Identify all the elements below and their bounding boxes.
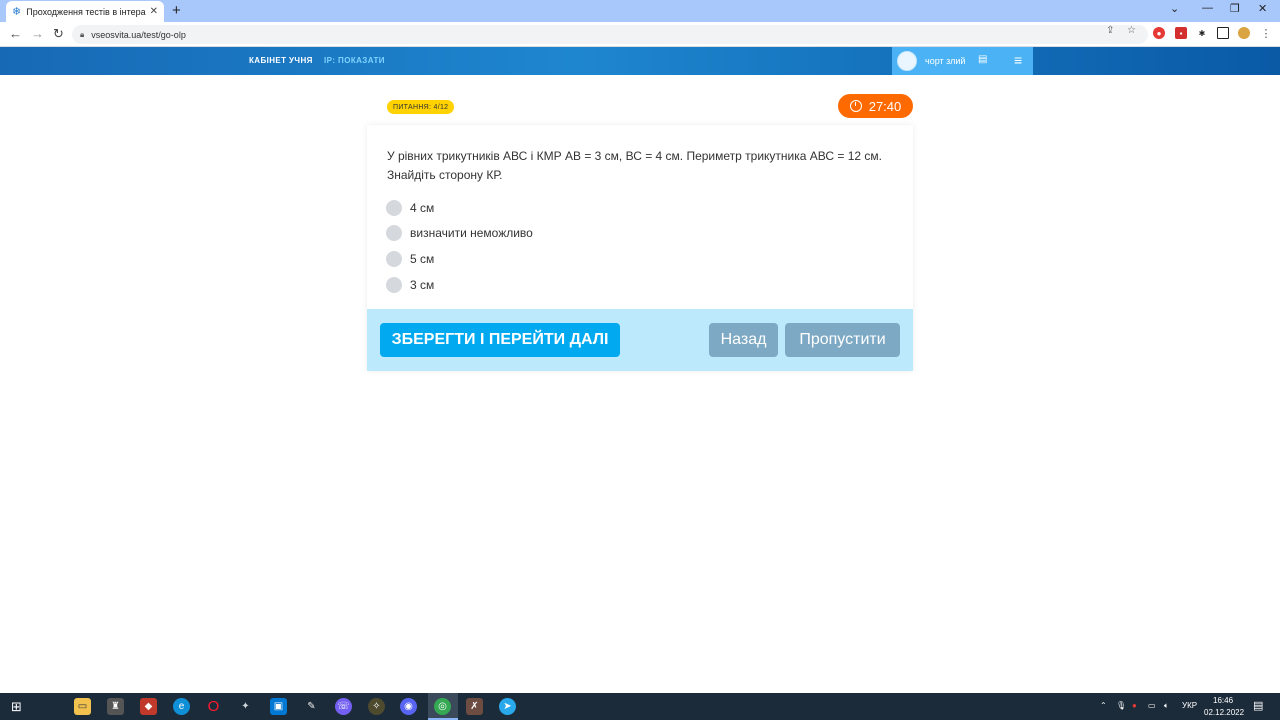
adblock-extension-icon[interactable]: ● xyxy=(1153,27,1165,39)
profile-avatar-icon[interactable] xyxy=(1238,27,1250,39)
taskbar-time[interactable]: 16:46 xyxy=(1213,696,1233,705)
browser-tab[interactable]: ❄ Проходження тестів в інтеракт ✕ xyxy=(6,1,164,22)
telegram-icon[interactable]: ➤ xyxy=(499,698,516,715)
answer-radio[interactable] xyxy=(386,200,402,216)
edge-icon[interactable]: e xyxy=(173,698,190,715)
network-icon[interactable]: ▭ xyxy=(1148,701,1156,710)
microphone-icon[interactable]: 🎙︎ xyxy=(1116,701,1126,710)
windows-taskbar: ⊞ ▭ ♜ ◆ e O ✦ ▣ ✎ ☏ ✧ ◉ ◎ ✗ ➤ ⌃ 🎙︎ ● ▭ 🔈… xyxy=(0,693,1280,720)
windows-start-icon[interactable]: ⊞ xyxy=(8,698,25,715)
window-close-icon[interactable]: ✕ xyxy=(1258,2,1267,15)
share-icon[interactable]: ⇪ xyxy=(1106,25,1114,36)
file-explorer-icon[interactable]: ▭ xyxy=(74,698,91,715)
question-actions: ЗБЕРЕГТИ І ПЕРЕЙТИ ДАЛІ Назад Пропустити xyxy=(367,309,913,371)
tab-close-icon[interactable]: ✕ xyxy=(150,6,158,17)
browser-toolbar: ← → ↻ 🔒︎ vseosvita.ua/test/go-olp ⇪ ☆ xyxy=(0,22,1280,47)
ip-show-link[interactable]: IP: ПОКАЗАТИ xyxy=(324,56,385,65)
user-avatar[interactable] xyxy=(897,51,917,71)
question-card: У рівних трикутників АВС і КМР АВ = 3 см… xyxy=(367,125,913,371)
volume-icon[interactable]: 🔈︎ xyxy=(1164,701,1169,711)
chat-icon[interactable]: ▤ xyxy=(978,54,987,65)
answer-option[interactable]: 3 см xyxy=(386,276,434,294)
answer-label: 3 см xyxy=(410,278,435,292)
lock-icon: 🔒︎ xyxy=(80,29,85,39)
question-counter-badge: ПИТАННЯ: 4/12 xyxy=(387,100,455,114)
reload-icon[interactable]: ↻ xyxy=(53,26,64,42)
app-pen-icon[interactable]: ✎ xyxy=(303,698,320,715)
discord-icon[interactable]: ◉ xyxy=(400,698,417,715)
answer-radio[interactable] xyxy=(386,251,402,267)
countdown-timer: 27:40 xyxy=(838,94,913,118)
url-text: vseosvita.ua/test/go-olp xyxy=(91,29,186,40)
hamburger-menu-icon[interactable]: ≡ xyxy=(1014,52,1022,68)
snowflake-favicon-icon: ❄ xyxy=(12,6,22,18)
student-cabinet-link[interactable]: КАБІНЕТ УЧНЯ xyxy=(249,56,313,65)
answer-radio[interactable] xyxy=(386,225,402,241)
skip-button[interactable]: Пропустити xyxy=(785,323,900,357)
extension-red-icon[interactable]: ▪ xyxy=(1175,27,1187,39)
tab-title: Проходження тестів в інтеракт xyxy=(26,6,146,17)
question-text: У рівних трикутників АВС і КМР АВ = 3 см… xyxy=(387,149,882,182)
tray-app-icon[interactable]: ● xyxy=(1132,701,1137,710)
stopwatch-icon xyxy=(849,100,862,112)
extensions-puzzle-icon[interactable]: ✱ xyxy=(1196,27,1208,39)
chrome-icon[interactable]: ◎ xyxy=(434,698,451,715)
taskbar-date[interactable]: 02.12.2022 xyxy=(1204,708,1244,717)
save-and-next-button[interactable]: ЗБЕРЕГТИ І ПЕРЕЙТИ ДАЛІ xyxy=(380,323,620,357)
browser-tab-strip: ❄ Проходження тестів в інтеракт ✕ + ⌄ — … xyxy=(0,0,1280,22)
site-header: КАБІНЕТ УЧНЯ IP: ПОКАЗАТИ чорт злий ▤ ≡ xyxy=(0,47,1280,75)
forward-arrow-icon[interactable]: → xyxy=(31,26,44,41)
app-blue-icon[interactable]: ▣ xyxy=(270,698,287,715)
restore-icon[interactable]: ❐ xyxy=(1230,2,1240,15)
new-tab-icon[interactable]: + xyxy=(172,2,181,19)
user-name[interactable]: чорт злий xyxy=(925,56,965,66)
answer-label: 5 см xyxy=(410,252,435,266)
answer-option[interactable]: визначити неможливо xyxy=(386,224,533,242)
tab-search-icon[interactable]: ⌄ xyxy=(1170,2,1179,15)
keyboard-language[interactable]: УКР xyxy=(1182,701,1197,710)
answer-label: визначити неможливо xyxy=(410,226,533,240)
answer-option[interactable]: 4 см xyxy=(386,199,434,217)
user-panel: чорт злий ▤ ≡ xyxy=(892,47,1033,75)
bookmark-star-icon[interactable]: ☆ xyxy=(1127,25,1136,36)
tray-overflow-icon[interactable]: ⌃ xyxy=(1100,701,1107,710)
browser-menu-icon[interactable]: ⋮ xyxy=(1260,27,1272,40)
app-red-icon[interactable]: ◆ xyxy=(140,698,157,715)
notifications-icon[interactable]: ▤ xyxy=(1253,699,1263,712)
minimize-icon[interactable]: — xyxy=(1202,2,1213,14)
side-panel-icon[interactable] xyxy=(1217,27,1229,39)
answer-label: 4 см xyxy=(410,201,435,215)
viber-icon[interactable]: ☏ xyxy=(335,698,352,715)
timer-value: 27:40 xyxy=(868,98,902,114)
answer-option[interactable]: 5 см xyxy=(386,250,434,268)
address-bar[interactable]: 🔒︎ vseosvita.ua/test/go-olp xyxy=(72,25,1148,44)
opera-icon[interactable]: O xyxy=(205,698,222,715)
steam-icon[interactable]: ✦ xyxy=(237,698,254,715)
back-button[interactable]: Назад xyxy=(709,323,778,357)
answer-radio[interactable] xyxy=(386,277,402,293)
app-icon[interactable]: ♜ xyxy=(107,698,124,715)
app-tools-icon[interactable]: ✗ xyxy=(466,698,483,715)
back-arrow-icon[interactable]: ← xyxy=(9,26,22,41)
app-compass-icon[interactable]: ✧ xyxy=(368,698,385,715)
